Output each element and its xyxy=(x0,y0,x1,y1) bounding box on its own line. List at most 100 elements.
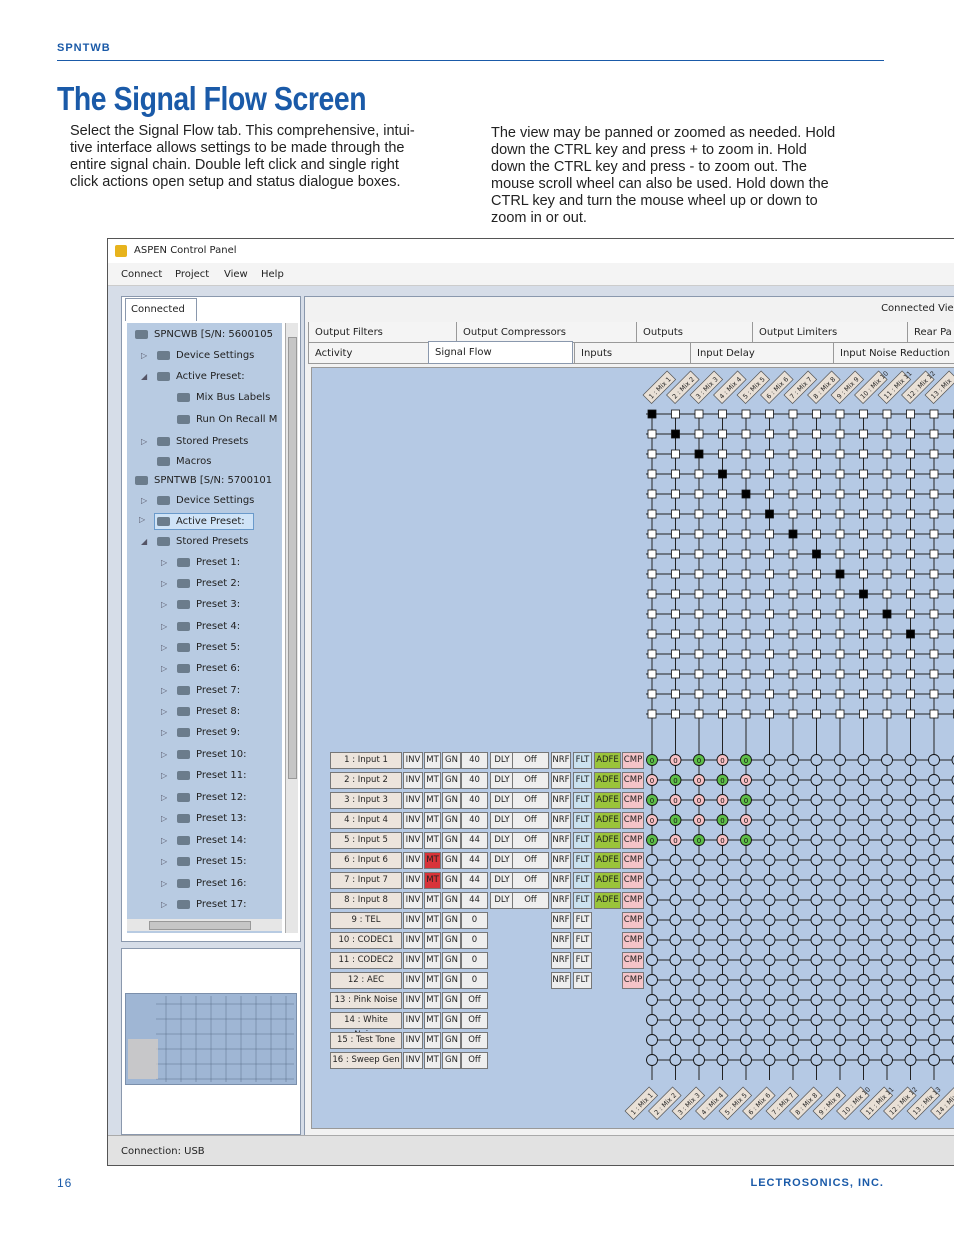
collapse-arrow-icon[interactable]: ◢ xyxy=(141,537,147,546)
expand-arrow-icon[interactable]: ▷ xyxy=(161,622,167,631)
tree-node[interactable]: Mix Bus Labels xyxy=(177,392,270,403)
gain-value-field[interactable]: 44 xyxy=(461,832,488,849)
mute-button[interactable]: MT xyxy=(424,1052,441,1069)
invert-button[interactable]: INV xyxy=(403,1032,423,1049)
signal-flow-canvas[interactable]: 00000000000000000000000001 : Mix 12 : Mi… xyxy=(311,367,954,1129)
tab-input-delay[interactable]: Input Delay xyxy=(690,343,834,363)
delay-value-field[interactable]: Off xyxy=(512,812,549,829)
expand-arrow-icon[interactable]: ▷ xyxy=(161,771,167,780)
expand-arrow-icon[interactable]: ▷ xyxy=(161,558,167,567)
input-name-button[interactable]: 3 : Input 3 xyxy=(330,792,402,809)
compressor-button[interactable]: CMP xyxy=(622,772,644,789)
scroll-thumb[interactable] xyxy=(288,337,297,779)
expand-arrow-icon[interactable]: ▷ xyxy=(161,900,167,909)
input-name-button[interactable]: 1 : Input 1 xyxy=(330,752,402,769)
tab-activity[interactable]: Activity xyxy=(308,343,429,363)
input-name-button[interactable]: 8 : Input 8 xyxy=(330,892,402,909)
gain-value-field[interactable]: 44 xyxy=(461,852,488,869)
invert-button[interactable]: INV xyxy=(403,952,423,969)
delay-button[interactable]: DLY xyxy=(490,792,514,809)
noise-reduction-button[interactable]: NRF xyxy=(551,852,571,869)
input-name-button[interactable]: 9 : TEL xyxy=(330,912,402,929)
adfe-button[interactable]: ADFE xyxy=(594,752,621,769)
expand-arrow-icon[interactable]: ▷ xyxy=(161,600,167,609)
invert-button[interactable]: INV xyxy=(403,832,423,849)
menu-view[interactable]: View xyxy=(224,269,248,280)
delay-value-field[interactable]: Off xyxy=(512,852,549,869)
tab-output-compressors[interactable]: Output Compressors xyxy=(456,322,637,342)
gain-button[interactable]: GN xyxy=(442,752,461,769)
tree-node[interactable]: ▷ Preset 2: xyxy=(161,578,240,589)
tab-output-filters[interactable]: Output Filters xyxy=(308,322,457,342)
delay-button[interactable]: DLY xyxy=(490,772,514,789)
expand-arrow-icon[interactable]: ▷ xyxy=(141,437,147,446)
gain-button[interactable]: GN xyxy=(442,992,461,1009)
gain-button[interactable]: GN xyxy=(442,1052,461,1069)
input-name-button[interactable]: 4 : Input 4 xyxy=(330,812,402,829)
gain-button[interactable]: GN xyxy=(442,812,461,829)
tree-node[interactable]: ▷ Preset 6: xyxy=(161,663,240,674)
invert-button[interactable]: INV xyxy=(403,932,423,949)
input-name-button[interactable]: 11 : CODEC2 xyxy=(330,952,402,969)
mute-button[interactable]: MT xyxy=(424,832,441,849)
menu-help[interactable]: Help xyxy=(261,269,284,280)
expand-arrow-icon[interactable]: ▷ xyxy=(139,515,145,524)
tab-outputs[interactable]: Outputs xyxy=(636,322,753,342)
adfe-button[interactable]: ADFE xyxy=(594,872,621,889)
compressor-button[interactable]: CMP xyxy=(622,912,644,929)
tree-node[interactable]: ▷ Stored Presets xyxy=(141,436,248,447)
delay-button[interactable]: DLY xyxy=(490,892,514,909)
delay-value-field[interactable]: Off xyxy=(512,832,549,849)
gain-button[interactable]: GN xyxy=(442,912,461,929)
invert-button[interactable]: INV xyxy=(403,772,423,789)
delay-value-field[interactable]: Off xyxy=(512,892,549,909)
adfe-button[interactable]: ADFE xyxy=(594,792,621,809)
filter-button[interactable]: FLT xyxy=(573,852,592,869)
tree-node[interactable]: ▷ Preset 5: xyxy=(161,642,240,653)
gain-button[interactable]: GN xyxy=(442,832,461,849)
noise-reduction-button[interactable]: NRF xyxy=(551,872,571,889)
gain-value-field[interactable]: 44 xyxy=(461,892,488,909)
delay-button[interactable]: DLY xyxy=(490,832,514,849)
gain-button[interactable]: GN xyxy=(442,792,461,809)
tree-node[interactable]: ▷ Active Preset: xyxy=(139,513,254,530)
noise-reduction-button[interactable]: NRF xyxy=(551,892,571,909)
compressor-button[interactable]: CMP xyxy=(622,972,644,989)
mute-button[interactable]: MT xyxy=(424,1012,441,1029)
invert-button[interactable]: INV xyxy=(403,912,423,929)
tree-node[interactable]: ◢ Active Preset: xyxy=(141,371,245,382)
invert-button[interactable]: INV xyxy=(403,792,423,809)
expand-arrow-icon[interactable]: ▷ xyxy=(161,857,167,866)
expand-arrow-icon[interactable]: ▷ xyxy=(161,643,167,652)
adfe-button[interactable]: ADFE xyxy=(594,892,621,909)
compressor-button[interactable]: CMP xyxy=(622,792,644,809)
expand-arrow-icon[interactable]: ▷ xyxy=(161,814,167,823)
tree-node[interactable]: ▷ Preset 17: xyxy=(161,899,246,910)
delay-button[interactable]: DLY xyxy=(490,812,514,829)
tree-node[interactable]: Macros xyxy=(157,456,211,467)
compressor-button[interactable]: CMP xyxy=(622,892,644,909)
expand-arrow-icon[interactable]: ▷ xyxy=(161,793,167,802)
gain-value-field[interactable]: 0 xyxy=(461,932,488,949)
invert-button[interactable]: INV xyxy=(403,1012,423,1029)
mute-button[interactable]: MT xyxy=(424,772,441,789)
filter-button[interactable]: FLT xyxy=(573,972,592,989)
compressor-button[interactable]: CMP xyxy=(622,812,644,829)
expand-arrow-icon[interactable]: ▷ xyxy=(161,879,167,888)
vertical-scrollbar[interactable] xyxy=(285,323,298,933)
tab-signal-flow[interactable]: Signal Flow xyxy=(428,341,573,364)
invert-button[interactable]: INV xyxy=(403,992,423,1009)
filter-button[interactable]: FLT xyxy=(573,872,592,889)
expand-arrow-icon[interactable]: ▷ xyxy=(161,686,167,695)
expand-arrow-icon[interactable]: ▷ xyxy=(161,707,167,716)
expand-arrow-icon[interactable]: ▷ xyxy=(161,836,167,845)
gain-button[interactable]: GN xyxy=(442,772,461,789)
compressor-button[interactable]: CMP xyxy=(622,852,644,869)
tree-node[interactable]: ▷ Preset 12: xyxy=(161,792,246,803)
expand-arrow-icon[interactable]: ▷ xyxy=(161,579,167,588)
noise-reduction-button[interactable]: NRF xyxy=(551,752,571,769)
delay-button[interactable]: DLY xyxy=(490,852,514,869)
gain-button[interactable]: GN xyxy=(442,892,461,909)
scroll-thumb[interactable] xyxy=(149,921,251,930)
expand-arrow-icon[interactable]: ▷ xyxy=(161,728,167,737)
